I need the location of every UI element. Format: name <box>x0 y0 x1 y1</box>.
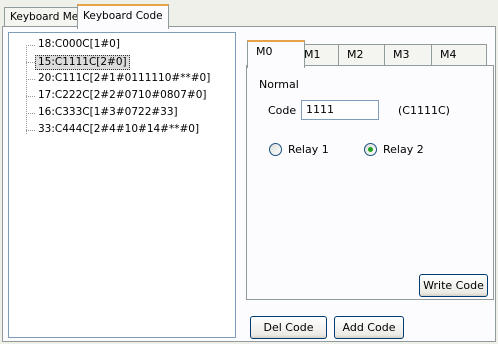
tree-connector <box>26 96 35 97</box>
tree-connector <box>26 130 35 131</box>
tree-item-selected[interactable]: 15:C1111C[2#0] <box>35 55 130 70</box>
write-code-button[interactable]: Write Code <box>419 274 488 297</box>
tree-item[interactable]: 33:C444C[2#4#10#14#**#0] <box>36 123 201 136</box>
tree-connector <box>26 62 35 63</box>
code-label: Code <box>268 104 297 117</box>
relay-2-radio[interactable] <box>364 143 377 156</box>
tab-m0[interactable]: M0 <box>247 40 305 68</box>
code-input[interactable]: 1111 <box>301 100 379 120</box>
code-display: (C1111C) <box>398 104 450 117</box>
relay-2-label[interactable]: Relay 2 <box>383 143 424 156</box>
radio-selected-dot <box>368 147 373 152</box>
code-tree[interactable]: 18:C000C[1#0] 15:C1111C[2#0] 20:C111C[2#… <box>8 32 236 338</box>
tab-keyboard-code[interactable]: Keyboard Code <box>77 4 169 29</box>
tree-item[interactable]: 16:C333C[1#3#0722#33] <box>36 106 180 119</box>
tree-connector <box>26 113 35 114</box>
tree-connector <box>26 45 27 134</box>
relay-1-label[interactable]: Relay 1 <box>288 143 329 156</box>
del-code-button[interactable]: Del Code <box>250 316 327 339</box>
tree-connector <box>26 45 35 46</box>
tree-item[interactable]: 18:C000C[1#0] <box>36 38 122 51</box>
tab-m4[interactable]: M4 <box>431 44 487 66</box>
tree-item[interactable]: 20:C111C[2#1#0111110#**#0] <box>36 72 212 85</box>
relay-1-radio[interactable] <box>269 143 282 156</box>
tree-item[interactable]: 17:C222C[2#2#0710#0807#0] <box>36 89 208 102</box>
tree-connector <box>26 79 35 80</box>
mode-label: Normal <box>259 78 299 91</box>
add-code-button[interactable]: Add Code <box>334 316 404 339</box>
